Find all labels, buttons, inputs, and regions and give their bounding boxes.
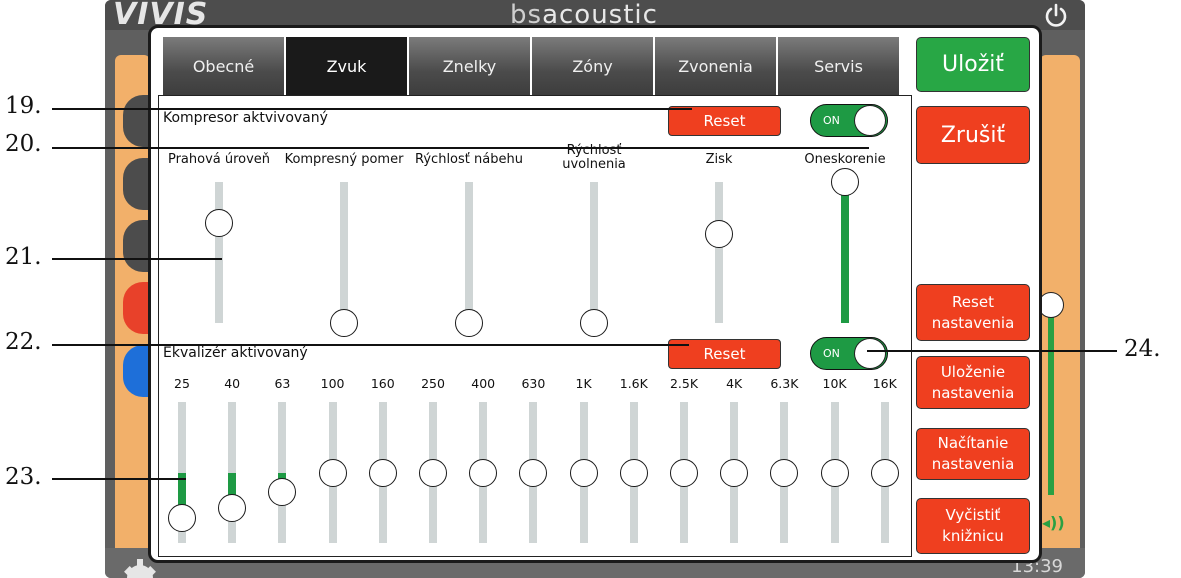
tab-zvuk[interactable]: Zvuk [286,37,407,95]
callout-21: 21. [5,244,42,270]
eq-band-thumb[interactable] [619,458,648,487]
callout-line-24 [867,350,1117,352]
compressor-slider-thumb[interactable] [330,309,358,337]
compressor-slider-track[interactable] [465,182,473,323]
compressor-slider-fill [841,182,849,323]
compressor-slider-label: Zisk [705,152,733,167]
eq-band-label: 6.3K [770,376,799,391]
power-icon[interactable] [1043,3,1069,29]
callout-line-21 [52,258,222,260]
compressor-slider-thumb[interactable] [705,220,733,249]
tab-obecné[interactable]: Obecné [163,37,284,95]
callout-line-19 [52,108,692,110]
compressor-title: Kompresor aktvivovaný [163,110,328,126]
reset-settings-button[interactable]: Reset nastavenia [916,284,1030,341]
eq-band-thumb[interactable] [820,458,849,487]
eq-band-label: 160 [370,376,395,391]
eq-band-thumb[interactable] [469,458,498,487]
compressor-slider-label: Oneskorenie [804,152,886,167]
save-settings-line2: nastavenia [931,383,1015,402]
equalizer-toggle-label: ON [823,347,840,360]
toggle-knob [854,338,886,369]
eq-band-thumb[interactable] [770,458,799,487]
save-settings-button[interactable]: Uloženie nastavenia [916,356,1030,409]
compressor-slider-track[interactable] [715,182,723,323]
clear-library-line2: knižnicu [942,527,1004,545]
save-button[interactable]: Uložiť [916,37,1030,92]
tab-zvonenia[interactable]: Zvonenia [655,37,776,95]
callout-line-20 [52,147,869,149]
compressor-slider-label: Rýchlosť nábehu [415,152,523,167]
compressor-slider-thumb[interactable] [580,309,608,337]
eq-band-label: 250 [421,376,445,391]
eq-band-label: 16K [872,376,897,391]
clear-library-line1: Vyčistiť [945,506,1001,524]
load-settings-button[interactable]: Načítanie nastavenia [916,428,1030,480]
eq-band-thumb[interactable] [870,458,899,487]
tab-bar: Obecné Zvuk Znelky Zóny Zvonenia Servis [163,37,901,95]
equalizer-toggle[interactable]: ON [810,337,888,370]
callout-24: 24. [1124,336,1161,362]
compressor-slider-track[interactable] [590,182,598,323]
eq-band-thumb[interactable] [670,458,698,487]
eq-band-label: 40 [224,376,241,391]
compressor-slider-thumb[interactable] [831,168,859,196]
compressor-slider-label: Prahová úroveň [167,152,271,167]
eq-band-label: 100 [320,376,345,391]
eq-band-label: 630 [521,376,546,391]
settings-panel: Kompresor aktvivovaný Reset ON Prahová ú… [158,95,912,557]
screenshot-root: VIVIS bsacoustic ◂)) 13:39 Obecné Zvuk Zne… [0,0,1181,578]
cancel-button[interactable]: Zrušiť [916,106,1030,164]
save-settings-line1: Uloženie [940,362,1006,381]
eq-band-label: 10K [822,376,847,391]
callout-line-22 [52,344,689,346]
eq-band-thumb[interactable] [318,458,347,487]
load-settings-line1: Načítanie [937,434,1009,452]
callout-23: 23. [5,464,42,490]
eq-band-thumb[interactable] [569,458,598,487]
callout-20: 20. [5,131,42,157]
load-settings-line2: nastavenia [931,455,1015,473]
tab-zóny[interactable]: Zóny [532,37,653,95]
equalizer-title: Ekvalizér aktivovaný [163,345,308,361]
eq-band-label: 1.6K [619,376,648,391]
tab-znelky[interactable]: Znelky [409,37,530,95]
compressor-slider-track[interactable] [215,182,223,323]
eq-band-label: 400 [471,376,496,391]
eq-band-label: 25 [174,376,190,391]
compressor-reset-button[interactable]: Reset [668,106,781,136]
eq-band-label: 1K [575,376,592,391]
eq-band-thumb[interactable] [720,458,749,487]
background-volume-track [1048,300,1054,495]
compressor-slider-thumb[interactable] [205,208,233,237]
compressor-slider-track[interactable] [340,182,348,323]
reset-settings-line2: nastavenia [931,313,1015,332]
eq-band-label: 4K [726,376,743,391]
speaker-icon: ◂)) [1042,513,1065,532]
compressor-toggle[interactable]: ON [810,104,888,137]
callout-line-23 [52,478,186,480]
callout-22: 22. [5,329,42,355]
eq-band-label: 2.5K [669,376,699,391]
toggle-knob [854,105,886,136]
eq-band-thumb[interactable] [268,478,297,507]
compressor-toggle-label: ON [823,114,840,127]
callout-19: 19. [5,93,42,119]
compressor-slider-label: Kompresný pomer [284,152,404,167]
sound-settings-dialog: Obecné Zvuk Znelky Zóny Zvonenia Servis Kompr… [148,25,1042,563]
eq-band-label: 63 [274,376,291,391]
eq-band-thumb[interactable] [218,493,247,522]
eq-band-thumb[interactable] [368,458,397,487]
tab-servis[interactable]: Servis [778,37,899,95]
reset-settings-line1: Reset [952,292,994,311]
eq-band-thumb[interactable] [419,458,447,487]
eq-band-thumb[interactable] [168,503,196,532]
eq-band-thumb[interactable] [519,458,548,487]
compressor-slider-thumb[interactable] [455,309,483,337]
clear-library-button[interactable]: Vyčistiť knižnicu [916,498,1030,554]
